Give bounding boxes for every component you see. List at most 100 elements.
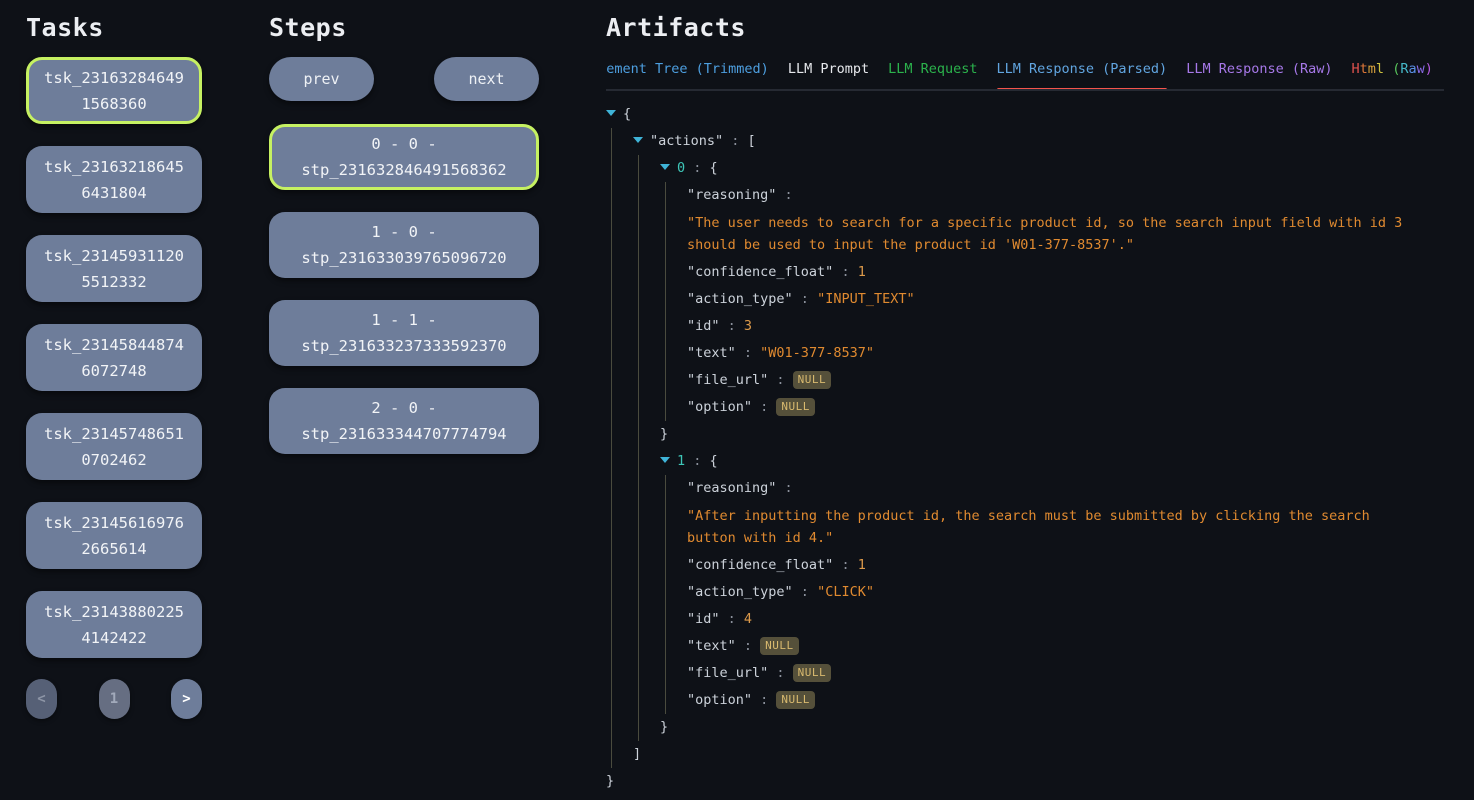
json-token: : <box>793 584 817 600</box>
json-row: "action_type" : "INPUT_TEXT" <box>606 286 1444 313</box>
json-token: "reasoning" <box>687 187 776 203</box>
json-token: "INPUT_TEXT" <box>817 291 915 307</box>
task-item[interactable]: tsk_231632186456431804 <box>26 146 202 213</box>
json-token: "file_url" <box>687 665 768 681</box>
json-token: "file_url" <box>687 372 768 388</box>
null-badge: NULL <box>793 664 832 682</box>
pagination-prev-button[interactable]: < <box>26 679 57 719</box>
rainbow-char <box>1384 61 1392 77</box>
json-row: "file_url" : NULL <box>606 367 1444 394</box>
tab-llm-request[interactable]: LLM Request <box>888 57 977 89</box>
json-token: 1 <box>858 264 866 280</box>
json-token: "action_type" <box>687 584 793 600</box>
json-token: : <box>793 291 817 307</box>
indent-guide <box>633 343 660 364</box>
next-step-button[interactable]: next <box>434 57 539 101</box>
indent-guide <box>606 343 633 364</box>
step-item[interactable]: 2 - 0 - stp_231633344707774794 <box>269 388 539 454</box>
indent-guide <box>633 158 660 179</box>
rainbow-char: a <box>1408 61 1416 77</box>
pagination-page-button[interactable]: 1 <box>99 679 130 719</box>
tab-llm-prompt[interactable]: LLM Prompt <box>788 57 869 89</box>
tab-llm-response-raw[interactable]: LLM Response (Raw) <box>1186 57 1332 89</box>
prev-step-button[interactable]: prev <box>269 57 374 101</box>
collapse-arrow-icon[interactable] <box>633 131 650 152</box>
indent-guide <box>606 636 633 657</box>
step-item[interactable]: 1 - 1 - stp_231633237333592370 <box>269 300 539 366</box>
json-row-content: 0 : { <box>677 158 1444 179</box>
tasks-panel: Tasks tsk_231632846491568360tsk_23163218… <box>26 0 202 719</box>
indent-guide <box>606 289 633 310</box>
task-item[interactable]: tsk_231632846491568360 <box>26 57 202 124</box>
triangle-down-icon <box>606 110 616 116</box>
step-item[interactable]: 0 - 0 - stp_231632846491568362 <box>269 124 539 190</box>
tab-element-tree-trimmed[interactable]: Element Tree (Trimmed) <box>606 57 769 89</box>
json-row-content: } <box>606 771 1444 792</box>
json-row: } <box>606 421 1444 448</box>
indent-guide <box>633 397 660 418</box>
task-item[interactable]: tsk_231456169762665614 <box>26 502 202 569</box>
json-token: : <box>752 399 776 415</box>
task-item[interactable]: tsk_231438802254142422 <box>26 591 202 658</box>
step-item[interactable]: 1 - 0 - stp_231633039765096720 <box>269 212 539 278</box>
null-badge: NULL <box>760 637 799 655</box>
task-item[interactable]: tsk_231458448746072748 <box>26 324 202 391</box>
json-token: : <box>833 264 857 280</box>
rainbow-char: w <box>1417 61 1425 77</box>
json-token: : <box>720 318 744 334</box>
json-row: "id" : 3 <box>606 313 1444 340</box>
indent-guide <box>606 158 633 179</box>
json-token: { <box>623 106 631 122</box>
json-row-content: "option" : NULL <box>687 397 1444 418</box>
json-row: 0 : { <box>606 155 1444 182</box>
json-token: "reasoning" <box>687 480 776 496</box>
indent-guide <box>633 185 660 206</box>
pagination-next-button[interactable]: > <box>171 679 202 719</box>
indent-guide <box>606 717 633 738</box>
rainbow-char: ) <box>1425 61 1433 77</box>
indent-guide <box>633 316 660 337</box>
json-viewer: {"actions" : [0 : {"reasoning" : "The us… <box>606 101 1444 795</box>
json-row-content: "action_type" : "CLICK" <box>687 582 1444 603</box>
json-row-content: "id" : 3 <box>687 316 1444 337</box>
json-row: "text" : "W01-377-8537" <box>606 340 1444 367</box>
artifacts-title: Artifacts <box>606 0 1444 42</box>
json-token: "CLICK" <box>817 584 874 600</box>
tab-html-raw[interactable]: Html (Raw) <box>1352 57 1433 89</box>
json-token: [ <box>748 133 756 149</box>
json-token: "option" <box>687 692 752 708</box>
indent-guide <box>606 397 633 418</box>
json-token: } <box>606 773 614 789</box>
json-row: "file_url" : NULL <box>606 660 1444 687</box>
indent-guide <box>660 262 687 283</box>
json-token: "text" <box>687 345 736 361</box>
collapse-arrow-icon[interactable] <box>606 104 623 125</box>
json-token: "After inputting the product id, the sea… <box>687 508 1370 546</box>
json-row: 1 : { <box>606 448 1444 475</box>
rainbow-char: m <box>1368 61 1376 77</box>
indent-guide <box>606 212 633 256</box>
json-token: : <box>833 557 857 573</box>
json-row: "text" : NULL <box>606 633 1444 660</box>
json-token: ] <box>633 746 641 762</box>
indent-guide <box>606 131 633 152</box>
indent-guide <box>633 262 660 283</box>
json-row-content: } <box>660 424 1444 445</box>
artifacts-panel: Artifacts Element Tree (Trimmed) LLM Prom… <box>606 0 1444 795</box>
indent-guide <box>606 609 633 630</box>
collapse-arrow-icon[interactable] <box>660 158 677 179</box>
indent-guide <box>633 289 660 310</box>
task-item[interactable]: tsk_231459311205512332 <box>26 235 202 302</box>
json-row-content: "reasoning" : <box>687 185 1444 206</box>
task-item[interactable]: tsk_231457486510702462 <box>26 413 202 480</box>
indent-guide <box>606 663 633 684</box>
json-row-content: { <box>623 104 1444 125</box>
null-badge: NULL <box>776 398 815 416</box>
json-row-content: } <box>660 717 1444 738</box>
indent-guide <box>660 185 687 206</box>
indent-guide <box>633 609 660 630</box>
json-token: } <box>660 426 668 442</box>
json-token: : <box>736 638 760 654</box>
tab-llm-response-parsed[interactable]: LLM Response (Parsed) <box>997 57 1168 89</box>
collapse-arrow-icon[interactable] <box>660 451 677 472</box>
